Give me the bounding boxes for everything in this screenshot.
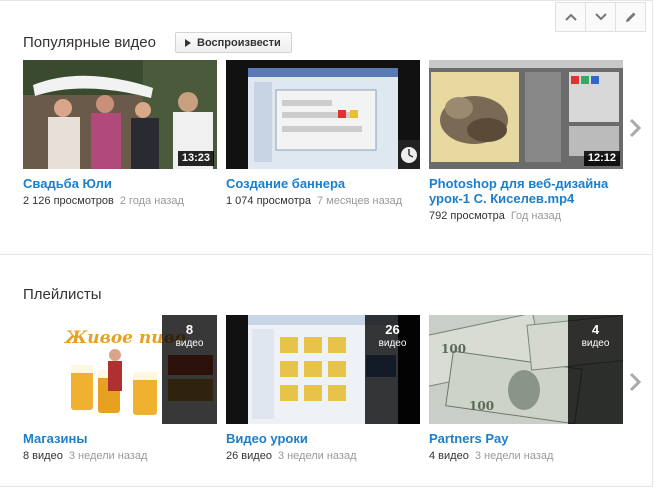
playlist-video-count: 8 видео [162,315,217,424]
playlist-meta: 26 видео 3 недели назад [226,450,420,462]
play-all-label: Воспроизвести [197,36,281,49]
playlist-title-link[interactable]: Partners Pay [429,431,623,446]
channel-content-panel: Популярные видео Воспроизвести 13:23 Сва… [0,0,653,487]
playlists-heading: Плейлисты [23,286,102,303]
pencil-icon [625,12,635,22]
video-meta: 792 просмотра Год назад [429,210,623,222]
playlist-title-link[interactable]: Магазины [23,431,217,446]
screen-capture-thumbnail-image [226,60,420,169]
playlist-video-count: 26 видео [365,315,420,424]
popular-videos-heading: Популярные видео [23,34,156,51]
playlist-card[interactable]: 100 100 4 видео Partners Pay 4 видео 3 не… [429,315,623,462]
video-duration: 12:12 [583,151,620,166]
move-up-button[interactable] [555,2,586,32]
video-title-link[interactable]: Свадьба Юли [23,176,217,191]
video-thumbnail[interactable] [226,60,420,169]
playlist-thumbnail[interactable]: Живое пиво 8 видео [23,315,217,424]
playlist-video-count: 4 видео [568,315,623,424]
video-meta: 2 126 просмотров 2 года назад [23,195,217,207]
video-meta: 1 074 просмотра 7 месяцев назад [226,195,420,207]
next-videos-arrow[interactable] [627,116,643,140]
upload-age: Год назад [510,210,562,222]
playlist-card[interactable]: Живое пиво 8 видео Магазины 8 видео 3 нед… [23,315,217,462]
update-age: 3 недели назад [474,450,554,462]
move-down-button[interactable] [585,2,616,32]
section-divider [0,254,652,255]
chevron-right-icon [629,118,641,138]
count-number: 8 [185,322,194,337]
top-border [0,0,652,1]
video-thumbnail[interactable]: 12:12 [429,60,623,169]
video-card[interactable]: 12:12 Photoshop для веб-дизайна урок-1 С… [429,60,623,222]
view-count: 1 074 просмотра [226,195,311,207]
playlist-thumbnail[interactable]: 100 100 4 видео [429,315,623,424]
play-all-button[interactable]: Воспроизвести [175,32,292,53]
count-label: видео [581,338,610,349]
chevron-down-icon [594,13,607,21]
video-title-link[interactable]: Photoshop для веб-дизайна урок-1 С. Кисе… [429,176,623,206]
video-duration: 13:23 [177,151,214,166]
video-count-text: 4 видео [429,450,469,462]
count-label: видео [378,338,407,349]
update-age: 3 недели назад [68,450,148,462]
playlist-title-link[interactable]: Видео уроки [226,431,420,446]
upload-age: 2 года назад [119,195,184,207]
video-card[interactable]: Создание баннера 1 074 просмотра 7 месяце… [226,60,420,207]
upload-age: 7 месяцев назад [317,195,403,207]
video-title-link[interactable]: Создание баннера [226,176,420,191]
svg-text:100: 100 [441,342,466,356]
video-count-text: 8 видео [23,450,63,462]
play-icon [185,38,191,47]
playlist-meta: 4 видео 3 недели назад [429,450,623,462]
count-label: видео [175,338,204,349]
count-number: 4 [591,322,600,337]
view-count: 2 126 просмотров [23,195,114,207]
video-card[interactable]: 13:23 Свадьба Юли 2 126 просмотров 2 года… [23,60,217,207]
section-controls [555,2,646,32]
playlist-meta: 8 видео 3 недели назад [23,450,217,462]
svg-text:100: 100 [469,399,494,413]
video-count-text: 26 видео [226,450,272,462]
update-age: 3 недели назад [277,450,357,462]
view-count: 792 просмотра [429,210,505,222]
playlist-thumbnail[interactable]: 26 видео [226,315,420,424]
video-thumbnail[interactable]: 13:23 [23,60,217,169]
chevron-right-icon [629,372,641,392]
chevron-up-icon [564,13,577,21]
edit-button[interactable] [615,2,646,32]
playlist-card[interactable]: 26 видео Видео уроки 26 видео 3 недели на… [226,315,420,462]
count-number: 26 [385,322,400,337]
next-playlists-arrow[interactable] [627,370,643,394]
